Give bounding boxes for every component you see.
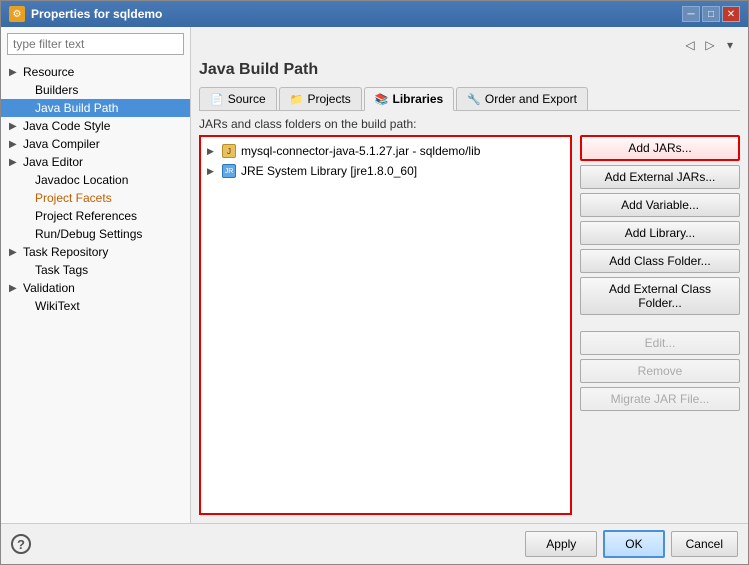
- filter-input[interactable]: [7, 33, 184, 55]
- tab-projects[interactable]: 📁Projects: [279, 87, 362, 110]
- content-area: ▶ Jmysql-connector-java-5.1.27.jar - sqld…: [199, 135, 740, 515]
- title-bar-left: ⚙ Properties for sqldemo: [9, 6, 162, 22]
- tree-arrow-icon: ▶: [9, 121, 19, 132]
- tree-arrow-icon: ▶: [9, 67, 19, 78]
- remove-button: Remove: [580, 359, 740, 383]
- toolbar-row: ◁ ▷ ▾: [199, 35, 740, 55]
- tab-icon-order-export: 🔧: [467, 93, 481, 106]
- bottom-right-buttons: Apply OK Cancel: [525, 530, 738, 558]
- tree-list: ▶ Resource Builders Java Build Path ▶ Java Co…: [1, 61, 190, 523]
- sidebar-item-label: Builders: [35, 83, 78, 97]
- tree-arrow-icon: ▶: [9, 283, 19, 294]
- add-class-folder-button[interactable]: Add Class Folder...: [580, 249, 740, 273]
- sidebar-item-java-code-style[interactable]: ▶ Java Code Style: [1, 117, 190, 135]
- sidebar-item-label: Project References: [35, 209, 137, 223]
- tab-label-libraries: Libraries: [393, 92, 444, 106]
- add-external-jars-button[interactable]: Add External JARs...: [580, 165, 740, 189]
- sidebar-item-java-build-path[interactable]: Java Build Path: [1, 99, 190, 117]
- sidebar-item-task-tags[interactable]: Task Tags: [1, 261, 190, 279]
- minimize-button[interactable]: ─: [682, 6, 700, 22]
- list-item-arrow-icon: ▶: [207, 146, 217, 157]
- back-button[interactable]: ◁: [680, 35, 700, 55]
- list-item-mysql-jar[interactable]: ▶ Jmysql-connector-java-5.1.27.jar - sqld…: [205, 141, 566, 161]
- list-item-text: mysql-connector-java-5.1.27.jar - sqldem…: [241, 144, 480, 158]
- list-item-jre-system[interactable]: ▶ JR JRE System Library [jre1.8.0_60]: [205, 161, 566, 181]
- list-item-text: JRE System Library [jre1.8.0_60]: [241, 164, 417, 178]
- jre-icon: JR: [222, 164, 236, 178]
- dropdown-button[interactable]: ▾: [720, 35, 740, 55]
- tabs-row: 📄 Source 📁Projects 📚 Libraries 🔧 Order and Exp…: [199, 87, 740, 111]
- tab-label-projects: Projects: [307, 92, 350, 106]
- apply-button[interactable]: Apply: [525, 531, 597, 557]
- sidebar-item-label: Task Repository: [23, 245, 108, 259]
- add-variable-button[interactable]: Add Variable...: [580, 193, 740, 217]
- sidebar-item-builders[interactable]: Builders: [1, 81, 190, 99]
- tree-arrow-icon: ▶: [9, 247, 19, 258]
- sidebar-item-java-editor[interactable]: ▶ Java Editor: [1, 153, 190, 171]
- migrate-jar-button: Migrate JAR File...: [580, 387, 740, 411]
- properties-dialog: ⚙ Properties for sqldemo ─ □ ✕ ▶ Resource…: [0, 0, 749, 565]
- tab-icon-libraries: 📚: [375, 93, 389, 106]
- tree-arrow-icon: ▶: [9, 139, 19, 150]
- bottom-bar: ? Apply OK Cancel: [1, 523, 748, 564]
- sidebar-item-java-compiler[interactable]: ▶ Java Compiler: [1, 135, 190, 153]
- sidebar-item-label: Validation: [23, 281, 75, 295]
- tab-source[interactable]: 📄 Source: [199, 87, 277, 110]
- tab-order-export[interactable]: 🔧 Order and Export: [456, 87, 588, 110]
- sidebar-item-label: Java Editor: [23, 155, 83, 169]
- left-panel: ▶ Resource Builders Java Build Path ▶ Java Co…: [1, 27, 191, 523]
- sidebar-item-resource[interactable]: ▶ Resource: [1, 63, 190, 81]
- buttons-separator: [580, 319, 740, 327]
- list-item-arrow-icon: ▶: [207, 166, 217, 177]
- close-button[interactable]: ✕: [722, 6, 740, 22]
- add-external-class-folder-button[interactable]: Add External Class Folder...: [580, 277, 740, 315]
- sidebar-item-task-repository[interactable]: ▶ Task Repository: [1, 243, 190, 261]
- forward-button[interactable]: ▷: [700, 35, 720, 55]
- sidebar-item-javadoc-location[interactable]: Javadoc Location: [1, 171, 190, 189]
- panel-title: Java Build Path: [199, 61, 740, 79]
- sidebar-item-label: Javadoc Location: [35, 173, 128, 187]
- list-panel: ▶ Jmysql-connector-java-5.1.27.jar - sqld…: [199, 135, 572, 515]
- tab-label-order-export: Order and Export: [485, 92, 577, 106]
- sidebar-item-label: Task Tags: [35, 263, 88, 277]
- dialog-body: ▶ Resource Builders Java Build Path ▶ Java Co…: [1, 27, 748, 523]
- add-library-button[interactable]: Add Library...: [580, 221, 740, 245]
- dialog-title: Properties for sqldemo: [31, 7, 162, 21]
- help-button[interactable]: ?: [11, 534, 31, 554]
- sidebar-item-label: Java Build Path: [35, 101, 118, 115]
- sidebar-item-label: Java Compiler: [23, 137, 100, 151]
- sidebar-item-label: Resource: [23, 65, 74, 79]
- maximize-button[interactable]: □: [702, 6, 720, 22]
- dialog-icon: ⚙: [9, 6, 25, 22]
- sidebar-item-project-references[interactable]: Project References: [1, 207, 190, 225]
- sidebar-item-run-debug-settings[interactable]: Run/Debug Settings: [1, 225, 190, 243]
- sidebar-item-validation[interactable]: ▶ Validation: [1, 279, 190, 297]
- buttons-panel: Add JARs... Add External JARs... Add Varia…: [580, 135, 740, 515]
- sidebar-item-label: Run/Debug Settings: [35, 227, 142, 241]
- edit-button: Edit...: [580, 331, 740, 355]
- cancel-button[interactable]: Cancel: [671, 531, 738, 557]
- sidebar-item-wikitext[interactable]: WikiText: [1, 297, 190, 315]
- tab-label-source: Source: [228, 92, 266, 106]
- tree-arrow-icon: ▶: [9, 157, 19, 168]
- right-panel: ◁ ▷ ▾ Java Build Path 📄 Source 📁Projects 📚 L…: [191, 27, 748, 523]
- tab-icon-source: 📄: [210, 93, 224, 106]
- sidebar-item-label: WikiText: [35, 299, 80, 313]
- tab-libraries[interactable]: 📚 Libraries: [364, 87, 454, 111]
- ok-button[interactable]: OK: [603, 530, 664, 558]
- list-description: JARs and class folders on the build path…: [199, 117, 740, 131]
- tab-icon-projects: 📁: [290, 93, 304, 106]
- add-jars-button[interactable]: Add JARs...: [580, 135, 740, 161]
- jar-icon: J: [222, 144, 236, 158]
- title-bar: ⚙ Properties for sqldemo ─ □ ✕: [1, 1, 748, 27]
- sidebar-item-label: Project Facets: [35, 191, 112, 205]
- title-controls: ─ □ ✕: [682, 6, 740, 22]
- sidebar-item-project-facets[interactable]: Project Facets: [1, 189, 190, 207]
- sidebar-item-label: Java Code Style: [23, 119, 110, 133]
